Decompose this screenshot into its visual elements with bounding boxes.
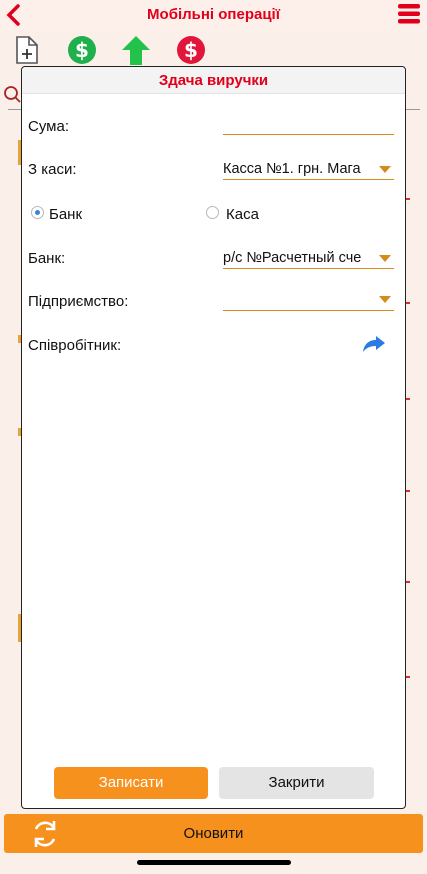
- from-cash-underline[interactable]: [223, 179, 394, 180]
- bank-underline[interactable]: [223, 268, 394, 269]
- cash-handover-dialog: Здача виручки Сума: З каси: Касса №1. гр…: [21, 66, 406, 809]
- radio-bank[interactable]: [31, 206, 44, 219]
- bg-tick: [406, 490, 410, 492]
- radio-bank-label[interactable]: Банк: [49, 206, 82, 223]
- home-indicator: [137, 860, 291, 865]
- refresh-button[interactable]: Оновити: [4, 814, 423, 853]
- bg-tick: [406, 581, 410, 583]
- refresh-label: Оновити: [183, 825, 244, 842]
- bank-label: Банк:: [28, 250, 66, 267]
- share-arrow-icon[interactable]: [362, 335, 386, 353]
- chevron-down-icon[interactable]: [379, 296, 391, 303]
- close-button[interactable]: Закрити: [219, 767, 374, 799]
- new-document-icon[interactable]: [12, 35, 42, 65]
- svg-text:$: $: [184, 38, 198, 62]
- chevron-down-icon[interactable]: [379, 255, 391, 262]
- bg-tick: [406, 398, 410, 400]
- bg-tick: [406, 302, 410, 304]
- chevron-down-icon[interactable]: [379, 166, 391, 173]
- dollar-green-icon[interactable]: $: [67, 35, 97, 65]
- save-button[interactable]: Записати: [54, 767, 208, 799]
- bg-divider: [8, 109, 21, 110]
- upload-arrow-icon[interactable]: [121, 35, 151, 65]
- bg-tick: [406, 198, 410, 200]
- from-cash-select[interactable]: Касса №1. грн. Мага: [223, 161, 367, 177]
- hamburger-menu-icon[interactable]: [397, 2, 421, 26]
- dialog-title: Здача виручки: [22, 67, 405, 94]
- enterprise-label: Підприємство:: [28, 293, 129, 310]
- employee-label: Співробітник:: [28, 337, 122, 354]
- bg-divider: [406, 109, 420, 110]
- from-cash-label: З каси:: [28, 161, 77, 178]
- bg-tick: [406, 676, 410, 678]
- search-icon: [4, 86, 21, 103]
- amount-input-underline[interactable]: [223, 134, 394, 135]
- bank-select[interactable]: р/с №Расчетный сче: [223, 250, 367, 266]
- top-bar: Мобільні операції: [0, 0, 427, 30]
- app-title: Мобільні операції: [147, 6, 280, 23]
- radio-cash[interactable]: [206, 206, 219, 219]
- dollar-red-icon[interactable]: $: [176, 35, 206, 65]
- amount-label: Сума:: [28, 118, 69, 135]
- radio-cash-label[interactable]: Каса: [226, 206, 259, 223]
- svg-text:$: $: [75, 38, 89, 62]
- enterprise-underline[interactable]: [223, 310, 394, 311]
